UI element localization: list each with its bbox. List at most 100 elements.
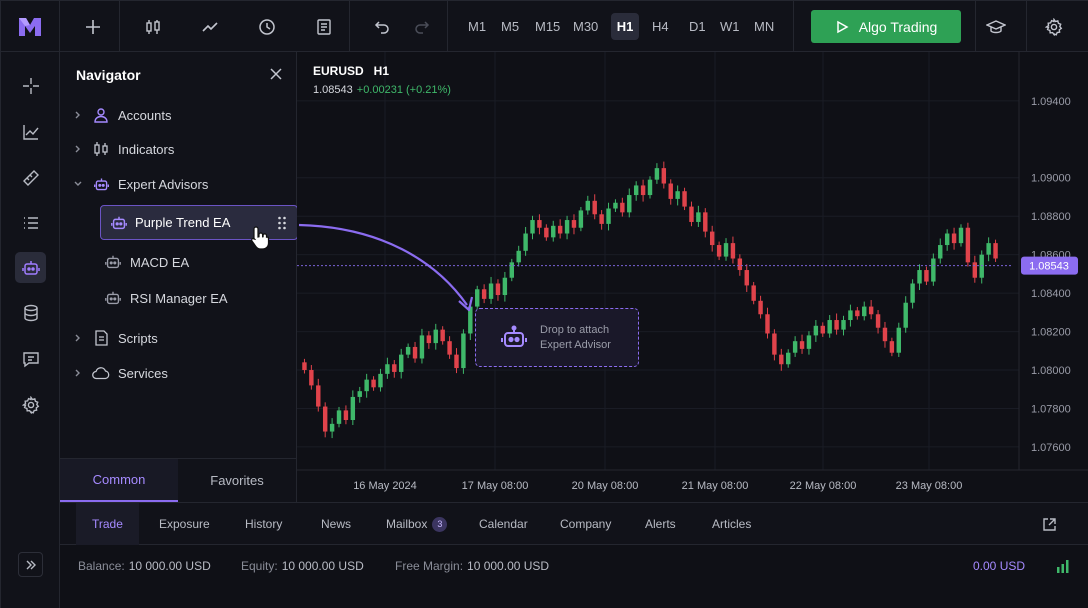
candle-body [571,220,577,228]
signal-bars-icon[interactable] [1056,559,1070,578]
algo-trading-button[interactable]: Algo Trading [811,10,961,43]
robot-icon[interactable] [15,252,46,283]
candlestick-chart[interactable]: 1.094001.090001.088001.086001.084001.082… [297,52,1088,502]
list-icon[interactable] [15,207,46,238]
nav-item-accounts[interactable]: Accounts [72,104,171,126]
drop-zone-line2: Expert Advisor [540,338,611,351]
candle-body [689,206,694,222]
candle-body [758,300,763,315]
account-status-bar: Balance: 10 000.00 USD Equity: 10 000.00 U… [60,545,1088,608]
close-icon[interactable] [268,66,284,82]
clock-icon[interactable] [252,12,282,42]
timeframe-m15[interactable]: M15 [529,13,566,40]
tab-mailbox[interactable]: Mailbox 3 [386,503,448,545]
nav-item-label: Accounts [118,107,172,123]
tab-news[interactable]: News [321,503,351,545]
timeframe-h1[interactable]: H1 [611,13,639,40]
candle-body [613,202,618,209]
chart-symbol: EURUSD H1 [313,64,389,78]
tab-articles[interactable]: Articles [712,503,751,545]
ea-drop-zone[interactable]: Drop to attach Expert Advisor [475,308,639,367]
drag-handle-icon[interactable] [277,216,287,230]
tab-alerts[interactable]: Alerts [645,503,676,545]
graduation-cap-icon[interactable] [981,12,1011,42]
candle-body [862,306,867,317]
undo-icon[interactable] [367,12,397,42]
nav-item-indicators[interactable]: Indicators [72,138,174,160]
candle-body [405,346,411,355]
candle-body [889,341,895,353]
expand-icon[interactable] [18,552,43,577]
candle-body [454,354,459,369]
candlestick-icon[interactable] [138,12,168,42]
nav-item-scripts[interactable]: Scripts [72,327,158,349]
drop-zone-line1: Drop to attach [540,323,610,336]
candle-body [378,373,383,388]
candle-body [820,325,825,334]
top-toolbar: M1 M5 M15 M30 H1 H4 D1 W1 MN Algo Tradin… [1,1,1088,52]
expert-label: MACD EA [130,254,190,270]
chat-icon[interactable] [15,343,46,374]
timeframe-w1[interactable]: W1 [714,13,746,40]
expert-item-rsi-manager[interactable]: RSI Manager EA [104,287,228,309]
candle-body [675,191,680,199]
timeframe-mn[interactable]: MN [748,13,780,40]
timeframe-h4[interactable]: H4 [646,13,675,40]
timeframe-d1[interactable]: D1 [683,13,712,40]
redo-icon[interactable] [407,12,437,42]
gear-icon[interactable] [1039,12,1069,42]
candle-body [792,341,798,353]
candle-body [364,379,369,392]
equity-label: Equity: [241,559,278,573]
document-icon[interactable] [309,12,339,42]
settings-icon[interactable] [15,389,46,420]
tab-favorites[interactable]: Favorites [178,459,296,502]
candle-body [350,396,356,421]
app-logo[interactable] [1,1,60,52]
candle-body [951,233,957,244]
line-chart-icon[interactable] [195,12,225,42]
candle-body [730,243,736,259]
candle-body [557,225,563,234]
candle-body [316,385,321,407]
y-tick-label: 1.07800 [1031,403,1071,415]
user-icon [92,106,110,124]
plus-icon[interactable] [78,12,108,42]
nav-item-services[interactable]: Services [72,362,168,384]
nav-item-expert-advisors[interactable]: Expert Advisors [72,173,208,195]
candle-body [882,327,888,342]
left-rail [1,52,60,608]
candle-body [827,320,832,334]
expert-item-macd[interactable]: MACD EA [104,251,189,273]
crosshair-icon[interactable] [15,70,46,101]
timeframe-m1[interactable]: M1 [462,13,492,40]
tab-calendar[interactable]: Calendar [479,503,528,545]
trend-icon[interactable] [15,116,46,147]
candle-body [509,262,514,278]
candle-body [737,258,743,271]
candle-body [322,406,328,432]
candle-body [461,333,466,369]
external-link-icon[interactable] [1042,503,1057,545]
tab-company[interactable]: Company [560,503,611,545]
timeframe-m5[interactable]: M5 [495,13,525,40]
nav-item-label: Services [118,365,168,381]
candle-body [979,254,984,278]
candle-body [813,325,819,336]
robot-icon [92,175,110,193]
y-tick-label: 1.08400 [1031,288,1071,300]
candle-body [530,220,535,234]
candle-body [336,410,342,424]
candle-body [779,354,784,365]
tab-common[interactable]: Common [60,459,178,502]
price-chart[interactable]: 1.09400 1.09000 1.08800 1.08600 1.08400 1.082… [297,52,1088,502]
tab-trade[interactable]: Trade [76,503,139,545]
ruler-icon[interactable] [15,162,46,193]
candle-body [868,306,874,315]
timeframe-m30[interactable]: M30 [567,13,604,40]
tab-history[interactable]: History [245,503,282,545]
tab-exposure[interactable]: Exposure [159,503,210,545]
candle-body [944,233,950,246]
candle-body [606,208,611,224]
database-icon[interactable] [15,297,46,328]
